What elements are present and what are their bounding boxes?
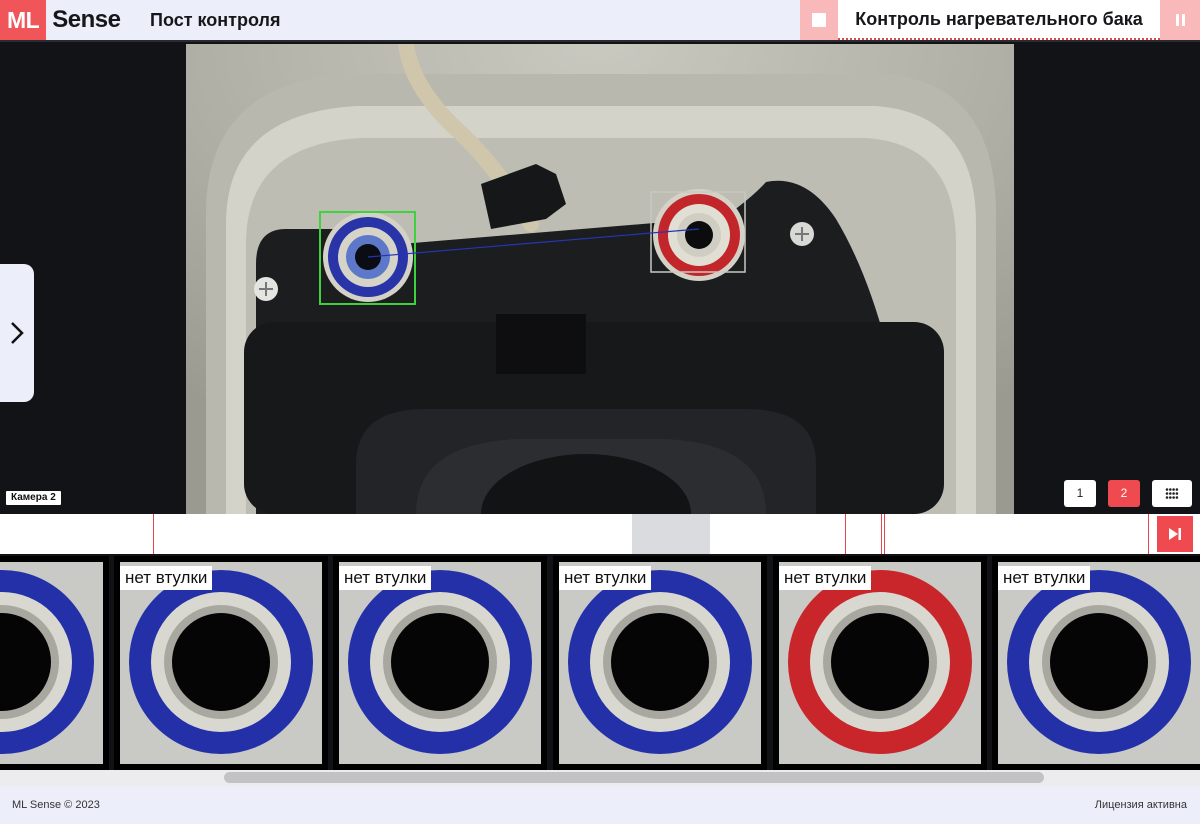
timeline[interactable]	[0, 514, 1200, 554]
thumbnail-image	[0, 562, 103, 764]
thumbnail-image	[779, 562, 981, 764]
thumbnail-label: нет втулки	[120, 566, 213, 590]
header-bar: ML Sense Пост контроля Контроль нагреват…	[0, 0, 1200, 40]
thumbnail-label: нет втулки	[779, 566, 872, 590]
pause-button[interactable]	[1160, 0, 1200, 40]
logo: ML Sense	[0, 0, 121, 40]
thumbnail-image	[998, 562, 1200, 764]
license-status: Лицензия активна	[1094, 799, 1187, 811]
timeline-marker[interactable]	[881, 514, 882, 554]
thumbnail-label: нет втулки	[559, 566, 652, 590]
timeline-marker[interactable]	[153, 514, 154, 554]
camera-page-1-button[interactable]: 1	[1064, 480, 1096, 507]
camera-image	[186, 44, 1014, 514]
thumbnail-image	[120, 562, 322, 764]
logo-sense: Sense	[52, 6, 121, 33]
camera-page-2-button[interactable]: 2	[1108, 480, 1140, 507]
grid-view-button[interactable]	[1152, 480, 1192, 507]
camera-frame	[186, 44, 1014, 514]
page-title: Пост контроля	[150, 10, 281, 30]
stop-button[interactable]	[800, 0, 838, 40]
pause-icon	[1175, 14, 1179, 26]
thumbnail-card[interactable]: нет втулки	[114, 556, 328, 770]
mode-selector[interactable]: Контроль нагревательного бака	[838, 0, 1160, 40]
copyright-text: ML Sense © 2023	[12, 799, 100, 811]
scrollbar-thumb[interactable]	[224, 772, 1044, 783]
thumbnail-card[interactable]: нет втулки	[333, 556, 547, 770]
chevron-right-icon	[11, 322, 24, 344]
grid-icon	[1165, 488, 1179, 499]
thumbnail-scrollbar[interactable]	[0, 770, 1200, 786]
logo-ml: ML	[0, 0, 47, 40]
camera-viewer: Камера 2 1 2	[0, 40, 1200, 514]
timeline-marker[interactable]	[884, 514, 885, 554]
thumbnail-card[interactable]: нет втулки	[773, 556, 987, 770]
thumbnail-card[interactable]	[0, 556, 109, 770]
thumbnail-strip: нет втулки нет втулки нет втулки нет вту…	[0, 554, 1200, 770]
thumbnail-card[interactable]: нет втулки	[992, 556, 1200, 770]
skip-end-icon	[1169, 528, 1181, 540]
thumbnail-card[interactable]: нет втулки	[553, 556, 767, 770]
thumbnail-image	[339, 562, 541, 764]
timeline-marker[interactable]	[1148, 514, 1149, 554]
thumbnail-label: нет втулки	[339, 566, 432, 590]
camera-label: Камера 2	[6, 491, 61, 505]
sidebar-toggle-button[interactable]	[0, 264, 34, 402]
timeline-selection[interactable]	[632, 514, 710, 554]
footer: ML Sense © 2023 Лицензия активна	[0, 786, 1200, 824]
skip-to-end-button[interactable]	[1157, 516, 1193, 552]
stop-icon	[812, 13, 826, 27]
thumbnail-label: нет втулки	[998, 566, 1091, 590]
thumbnail-image	[559, 562, 761, 764]
timeline-marker[interactable]	[845, 514, 846, 554]
